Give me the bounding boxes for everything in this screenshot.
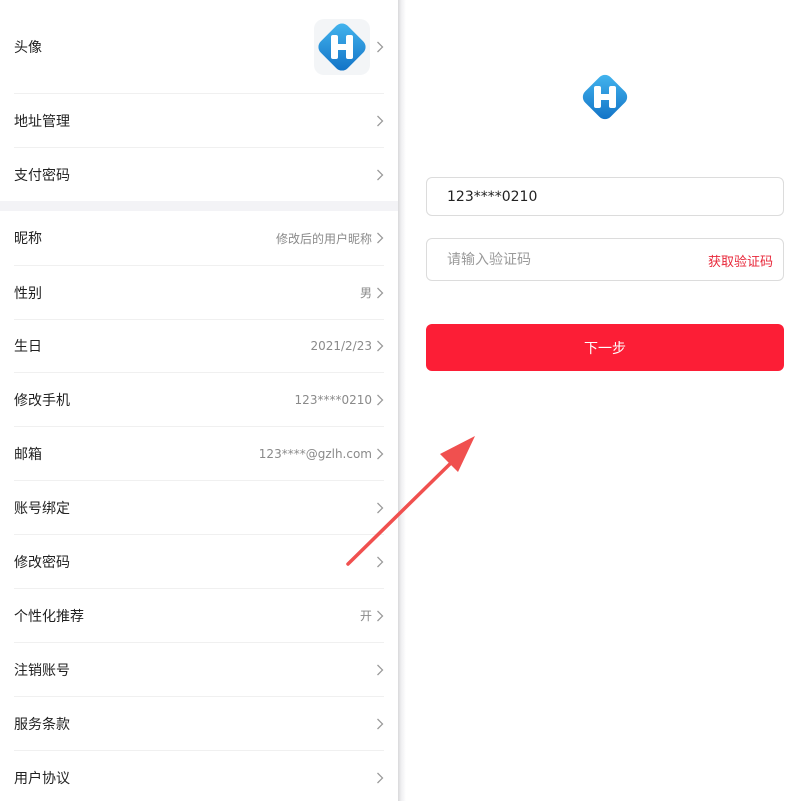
red-arrow-annotation bbox=[346, 436, 475, 566]
settings-row-address[interactable]: 地址管理 bbox=[14, 94, 384, 148]
row-label: 注销账号 bbox=[14, 662, 70, 679]
settings-row-user-agreement[interactable]: 用户协议 bbox=[14, 751, 384, 801]
chevron-right-icon bbox=[377, 287, 384, 298]
chevron-right-icon bbox=[377, 340, 384, 352]
settings-row-change-password[interactable]: 修改密码 bbox=[14, 535, 384, 589]
get-code-button[interactable]: 获取验证码 bbox=[708, 251, 773, 270]
row-label: 邮箱 bbox=[14, 446, 42, 463]
chevron-right-icon bbox=[377, 718, 384, 729]
settings-row-change-phone[interactable]: 修改手机 123****0210 bbox=[14, 373, 384, 427]
chevron-right-icon bbox=[377, 772, 384, 784]
settings-panel: 头像 地址管理 支付密码 昵称 修改后的用户昵称 性别 男 生日 2021/2/… bbox=[0, 0, 398, 801]
row-label: 服务条款 bbox=[14, 716, 70, 733]
row-label: 地址管理 bbox=[14, 113, 70, 130]
phone-number-field[interactable] bbox=[426, 177, 784, 216]
settings-row-email[interactable]: 邮箱 123****@gzlh.com bbox=[14, 427, 384, 481]
settings-row-account-binding[interactable]: 账号绑定 bbox=[14, 481, 384, 535]
chevron-right-icon bbox=[377, 664, 384, 675]
chevron-right-icon bbox=[377, 169, 384, 180]
settings-row-pay-password[interactable]: 支付密码 bbox=[14, 148, 384, 201]
verification-code-input[interactable] bbox=[427, 239, 687, 280]
row-label: 用户协议 bbox=[14, 771, 70, 787]
row-label: 支付密码 bbox=[14, 167, 70, 184]
row-label: 个性化推荐 bbox=[14, 608, 84, 625]
row-value: 男 bbox=[359, 286, 372, 300]
chevron-right-icon bbox=[377, 232, 384, 244]
settings-row-birthday[interactable]: 生日 2021/2/23 bbox=[14, 320, 384, 373]
settings-row-nickname[interactable]: 昵称 修改后的用户昵称 bbox=[14, 211, 384, 266]
row-label: 账号绑定 bbox=[14, 500, 70, 517]
row-label: 修改手机 bbox=[14, 392, 70, 409]
row-label: 修改密码 bbox=[14, 554, 70, 571]
row-label: 性别 bbox=[14, 285, 42, 302]
verification-code-box: 获取验证码 bbox=[426, 238, 784, 281]
app-logo-icon bbox=[582, 74, 628, 120]
settings-row-gender[interactable]: 性别 男 bbox=[14, 266, 384, 320]
section-divider bbox=[0, 201, 398, 211]
row-value: 123****0210 bbox=[294, 392, 372, 407]
panel-divider-shadow bbox=[398, 0, 406, 801]
row-value: 2021/2/23 bbox=[310, 339, 372, 353]
row-label: 生日 bbox=[14, 339, 42, 355]
avatar-logo-icon bbox=[314, 18, 370, 75]
chevron-right-icon bbox=[377, 115, 384, 126]
chevron-right-icon bbox=[377, 41, 384, 52]
avatar-label: 头像 bbox=[14, 39, 42, 56]
chevron-right-icon bbox=[377, 610, 384, 621]
row-value: 修改后的用户昵称 bbox=[275, 231, 372, 246]
row-label: 昵称 bbox=[14, 231, 42, 247]
chevron-right-icon bbox=[377, 394, 384, 405]
settings-row-delete-account[interactable]: 注销账号 bbox=[14, 643, 384, 697]
row-value: 开 bbox=[359, 609, 372, 623]
next-step-button[interactable]: 下一步 bbox=[426, 324, 784, 371]
settings-row-terms-of-service[interactable]: 服务条款 bbox=[14, 697, 384, 751]
settings-row-personalized-recommend[interactable]: 个性化推荐 开 bbox=[14, 589, 384, 643]
settings-row-avatar[interactable]: 头像 bbox=[14, 0, 384, 94]
